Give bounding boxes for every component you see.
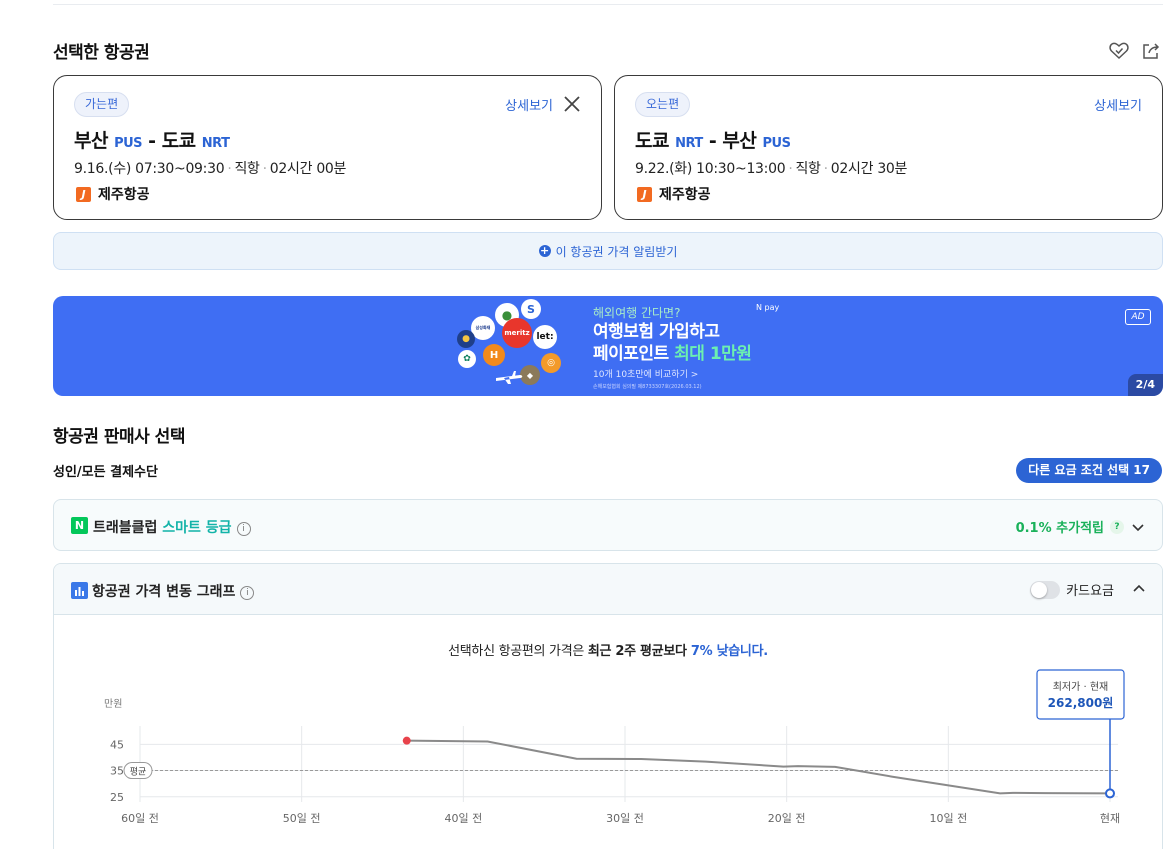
travel-club-row[interactable]: N 트래블클럽 스마트 등급 i 0.1% 추가적립 ? xyxy=(53,499,1163,551)
club-grade: 스마트 등급 xyxy=(162,520,232,536)
to-code: PUS xyxy=(762,136,791,151)
reward-text: 0.1% 추가적립 xyxy=(1015,521,1104,536)
jeju-air-logo-icon: J xyxy=(637,186,652,202)
x-tick-label: 30일 전 xyxy=(606,811,644,825)
info-icon[interactable]: i xyxy=(236,522,251,536)
average-label: 평균 xyxy=(130,767,147,778)
flight-type: 직항 xyxy=(234,161,260,177)
ad-banner[interactable]: ● S 삼성화재 meritz let: ● H ✿ ◎ ◆ 해외여행 간다면?… xyxy=(53,296,1163,396)
ad-page-indicator: 2/4 xyxy=(1127,374,1163,396)
x-tick-label: 60일 전 xyxy=(121,811,159,825)
club-name: 트래블클럽 xyxy=(93,520,163,536)
share-icon[interactable] xyxy=(1140,40,1162,62)
ad-headline: 여행보험 가입하고 xyxy=(593,322,720,342)
inbound-detail-link[interactable]: 상세보기 xyxy=(1094,95,1142,114)
chevron-down-icon[interactable] xyxy=(1130,519,1146,535)
ad-headline-2: 페이포인트 최대 1만원 xyxy=(593,343,752,365)
question-icon[interactable]: ? xyxy=(1110,519,1124,534)
selected-tickets-title: 선택한 항공권 xyxy=(53,43,150,63)
separator-dot: · xyxy=(823,161,828,177)
route-dash: - xyxy=(708,130,717,152)
other-fare-button[interactable]: 다른 요금 조건 선택 17 xyxy=(1016,458,1162,483)
insurer-logo-icon: S xyxy=(521,299,541,319)
outbound-schedule: 9.16.(수) 07:30~09:30 · 직항 · 02시간 00분 xyxy=(74,158,346,178)
current-price-point xyxy=(1105,788,1115,799)
ad-copy: 해외여행 간다면? 여행보험 가입하고 페이포인트 최대 1만원 10개 10초… xyxy=(593,304,752,390)
let-logo-icon: let: xyxy=(533,325,557,349)
separator-dot: · xyxy=(227,161,232,177)
price-tooltip-box xyxy=(1036,669,1125,720)
x-tick-label: 현재 xyxy=(1100,812,1120,825)
airplane-icon xyxy=(496,371,523,384)
price-graph-panel: 항공권 가격 변동 그래프 i 카드요금 선택하신 항공편의 가격은 최근 2주 … xyxy=(53,563,1163,849)
outbound-airline: J 제주항공 xyxy=(76,184,150,204)
close-icon[interactable] xyxy=(561,93,583,115)
outbound-flight-card[interactable]: 가는편 상세보기 부산 PUS - 도쿄 NRT 9.16.(수) 07:30~… xyxy=(53,75,602,220)
x-tick-label: 40일 전 xyxy=(444,811,482,825)
duration: 02시간 30분 xyxy=(830,161,908,177)
travel-club-title: 트래블클럽 스마트 등급 i xyxy=(93,517,251,537)
outbound-badge: 가는편 xyxy=(74,92,130,117)
naver-n-icon: N xyxy=(71,517,88,534)
ad-highlight: 최대 1만원 xyxy=(674,344,752,364)
y-tick-label: 45 xyxy=(110,738,124,751)
to-code: NRT xyxy=(201,136,230,151)
ad-subtext: 10개 10초만에 비교하기 > xyxy=(593,370,699,380)
plus-circle-icon: + xyxy=(538,244,551,257)
date-time: 9.16.(수) 07:30~09:30 xyxy=(74,161,225,177)
club-reward: 0.1% 추가적립 ? xyxy=(1016,517,1146,536)
y-axis-unit-label: 만원 xyxy=(104,698,122,710)
y-tick-label: 25 xyxy=(110,791,124,804)
npay-logo: N pay xyxy=(756,303,780,312)
from-code: NRT xyxy=(675,136,703,151)
insurance-logos: ● S 삼성화재 meritz let: ● H ✿ ◎ ◆ xyxy=(439,296,579,396)
from-city: 부산 xyxy=(74,130,108,152)
to-city: 도쿄 xyxy=(161,130,196,152)
price-series-line xyxy=(406,739,1111,795)
payment-method-label: 성인/모든 결제수단 xyxy=(53,465,158,480)
start-price-point xyxy=(402,736,411,745)
x-tick-label: 50일 전 xyxy=(283,811,321,825)
inbound-flight-card[interactable]: 오는편 상세보기 도쿄 NRT - 부산 PUS 9.22.(화) 10:30~… xyxy=(614,75,1163,220)
flight-type: 직항 xyxy=(795,161,821,177)
y-tick-label: 35 xyxy=(110,765,124,778)
inbound-badge: 오는편 xyxy=(635,92,691,117)
insurer-logo-icon: ● xyxy=(457,330,475,348)
inbound-route: 도쿄 NRT - 부산 PUS xyxy=(635,126,791,153)
insurer-logo-icon: ✿ xyxy=(458,350,476,368)
insurer-logo-icon: ◎ xyxy=(541,353,561,373)
airline-name: 제주항공 xyxy=(659,187,711,203)
to-city: 부산 xyxy=(722,130,757,152)
airline-name: 제주항공 xyxy=(98,187,150,203)
jeju-air-logo-icon: J xyxy=(76,186,91,202)
ad-label: AD xyxy=(1125,309,1151,325)
ad-headline-small: 해외여행 간다면? xyxy=(593,306,681,320)
x-tick-label: 20일 전 xyxy=(768,811,806,825)
ad-disclaimer: 손해보험협회 심의필 제8733307호(2026.03.12) xyxy=(593,384,702,390)
from-code: PUS xyxy=(114,136,143,151)
separator-dot: · xyxy=(262,161,267,177)
from-city: 도쿄 xyxy=(635,130,669,152)
price-alert-label: 이 항공권 가격 알림받기 xyxy=(555,244,678,259)
hyundai-logo-icon: H xyxy=(483,344,505,366)
seller-section-title: 항공권 판매사 선택 xyxy=(53,427,185,447)
tooltip-value: 262,800원 xyxy=(1048,696,1114,710)
outbound-route: 부산 PUS - 도쿄 NRT xyxy=(74,126,230,153)
ad-headline-text: 페이포인트 xyxy=(593,344,675,364)
meritz-logo-icon: meritz xyxy=(502,318,532,348)
header-actions xyxy=(1108,40,1162,62)
inbound-schedule: 9.22.(화) 10:30~13:00 · 직항 · 02시간 30분 xyxy=(635,158,907,178)
route-dash: - xyxy=(148,130,156,152)
inbound-airline: J 제주항공 xyxy=(637,184,711,204)
price-alert-button[interactable]: + 이 항공권 가격 알림받기 xyxy=(53,232,1163,270)
duration: 02시간 00분 xyxy=(269,161,347,177)
heart-check-icon[interactable] xyxy=(1108,40,1130,62)
separator-dot: · xyxy=(788,161,793,177)
top-divider xyxy=(53,4,1163,5)
date-time: 9.22.(화) 10:30~13:00 xyxy=(635,161,786,177)
outbound-detail-link[interactable]: 상세보기 xyxy=(505,95,553,114)
tooltip-label: 최저가 · 현재 xyxy=(1053,681,1109,693)
price-line-chart: 만원 45 35 25 평균 60일 전 50일 전 40일 전 30일 전 20일 전 10일 전… xyxy=(104,669,1125,825)
x-tick-label: 10일 전 xyxy=(929,811,967,825)
